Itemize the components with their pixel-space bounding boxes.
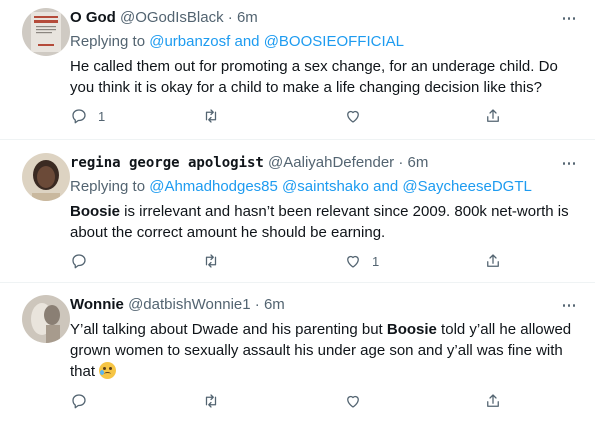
more-icon[interactable] — [561, 295, 577, 315]
avatar[interactable] — [22, 295, 70, 343]
profile-photo-avatar-image — [22, 153, 70, 201]
share-icon — [487, 394, 499, 407]
replying-to: Replying to @urbanzosf and @BOOSIEOFFICI… — [70, 32, 577, 52]
reply-icon — [72, 394, 86, 409]
retweet-button[interactable] — [202, 106, 230, 126]
bold-text: Boosie — [70, 203, 121, 220]
more-icon[interactable] — [561, 153, 577, 173]
like-button[interactable]: 1 — [344, 251, 379, 271]
user-handle[interactable]: @OGodIsBlack — [120, 9, 224, 26]
mention-joiner[interactable]: and — [373, 178, 398, 195]
separator-dot: · — [227, 9, 233, 26]
crying-face-emoji-icon — [99, 362, 117, 379]
tweet-body: Wonnie @datbishWonnie1 · 6m Y’all talkin… — [70, 295, 577, 382]
mention-joiner[interactable]: and — [235, 33, 260, 50]
tweet-text: Y’all talking about Dwade and his parent… — [70, 319, 577, 382]
tweet[interactable]: O God @OGodIsBlack · 6m Replying to @urb… — [0, 0, 595, 140]
mention-link[interactable]: @SaycheeseDGTL — [402, 178, 531, 195]
tweet-actions: 1 — [70, 251, 510, 271]
share-button[interactable] — [484, 106, 502, 126]
like-button[interactable] — [344, 391, 372, 411]
user-handle[interactable]: @datbishWonnie1 — [128, 296, 251, 313]
more-icon[interactable] — [561, 8, 577, 28]
retweet-button[interactable] — [202, 251, 230, 271]
mention-link[interactable]: @saintshako — [282, 178, 369, 195]
share-icon — [487, 254, 499, 267]
profile-photo-avatar-image — [22, 295, 70, 343]
timestamp[interactable]: 6m — [237, 9, 258, 26]
avatar[interactable] — [22, 153, 70, 201]
bold-text: Boosie — [386, 321, 437, 338]
tweet-feed: O God @OGodIsBlack · 6m Replying to @urb… — [0, 0, 595, 423]
tweet-body: regina george apologist @AaliyahDefender… — [70, 153, 577, 243]
mention-link[interactable]: @urbanzosf — [149, 33, 230, 50]
timestamp[interactable]: 6m — [264, 296, 285, 313]
retweet-button[interactable] — [202, 391, 230, 411]
mention-link[interactable]: @Ahmadhodges85 — [149, 178, 278, 195]
tweet[interactable]: Wonnie @datbishWonnie1 · 6m Y’all talkin… — [0, 283, 595, 423]
mention-link[interactable]: @BOOSIEOFFICIAL — [264, 33, 404, 50]
retweet-icon — [205, 109, 217, 123]
like-count: 1 — [372, 253, 380, 269]
tweet-body: O God @OGodIsBlack · 6m Replying to @urb… — [70, 8, 577, 98]
display-name[interactable]: regina george apologist — [70, 155, 264, 171]
book-cover-avatar-image — [22, 8, 70, 56]
display-name[interactable]: Wonnie — [70, 296, 124, 313]
share-button[interactable] — [484, 251, 502, 271]
retweet-icon — [205, 394, 217, 408]
reply-button[interactable] — [70, 391, 98, 411]
reply-count: 1 — [98, 108, 106, 124]
like-icon — [347, 395, 359, 408]
like-icon — [347, 255, 359, 268]
separator-dot: · — [254, 296, 260, 313]
like-button[interactable] — [344, 106, 372, 126]
tweet-text: He called them out for promoting a sex c… — [70, 58, 558, 96]
tweet-actions — [70, 391, 510, 411]
reply-button[interactable]: 1 — [70, 106, 105, 126]
tweet-actions: 1 — [70, 106, 510, 126]
replying-to: Replying to @Ahmadhodges85 @saintshako a… — [70, 177, 577, 197]
retweet-icon — [205, 254, 217, 268]
display-name[interactable]: O God — [70, 9, 116, 26]
share-icon — [487, 109, 499, 122]
share-button[interactable] — [484, 391, 502, 411]
reply-icon — [72, 254, 86, 269]
timestamp[interactable]: 6m — [408, 154, 429, 171]
tweet-header: regina george apologist @AaliyahDefender… — [70, 153, 577, 173]
like-icon — [347, 110, 359, 123]
tweet-header: Wonnie @datbishWonnie1 · 6m — [70, 295, 577, 315]
tweet-text-rest: is irrelevant and hasn’t been relevant s… — [70, 203, 569, 241]
separator-dot: · — [398, 154, 404, 171]
tweet-text: Boosie is irrelevant and hasn’t been rel… — [70, 201, 577, 243]
reply-icon — [72, 109, 86, 124]
avatar[interactable] — [22, 8, 70, 56]
tweet-header: O God @OGodIsBlack · 6m — [70, 8, 577, 28]
user-handle[interactable]: @AaliyahDefender — [268, 154, 394, 171]
replying-to-label: Replying to — [70, 178, 146, 195]
tweet[interactable]: regina george apologist @AaliyahDefender… — [0, 141, 595, 283]
replying-to-label: Replying to — [70, 33, 146, 50]
tweet-text-start: Y’all talking about Dwade and his parent… — [70, 321, 387, 338]
reply-button[interactable] — [70, 251, 98, 271]
